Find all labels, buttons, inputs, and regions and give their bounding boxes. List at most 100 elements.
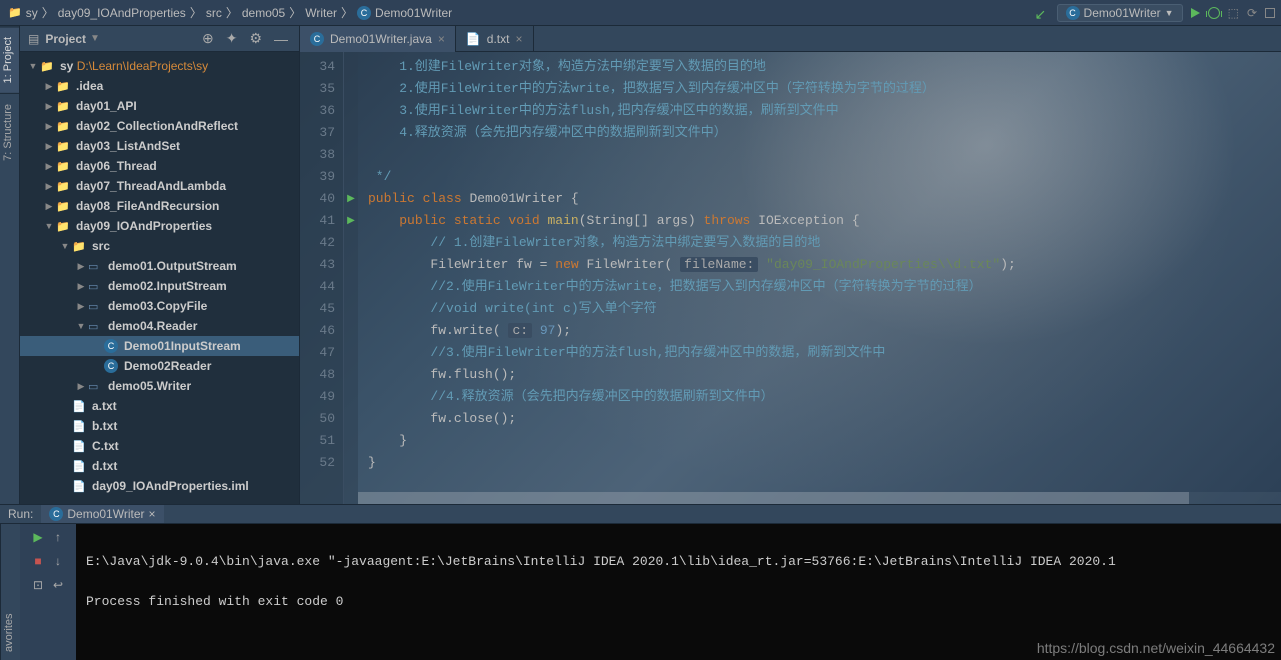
profile-button[interactable]: ⟳ [1247,6,1257,20]
chevron-right-icon: 〉 [289,4,301,21]
code-line[interactable]: //void write(int c)写入单个字符 [368,298,1281,320]
expand-icon[interactable]: ▶ [74,261,88,272]
down-icon[interactable]: ↓ [50,554,66,568]
code-line[interactable] [368,144,1281,166]
tree-item[interactable]: ▶📁day02_CollectionAndReflect [20,116,299,136]
close-icon[interactable]: × [438,32,445,46]
tree-item[interactable]: 📄a.txt [20,396,299,416]
run-config-selector[interactable]: C Demo01Writer ▼ [1057,4,1183,22]
tree-item[interactable]: 📄day09_IOAndProperties.iml [20,476,299,496]
tree-label: .idea [76,79,103,93]
wrap-icon[interactable]: ↩ [50,578,66,592]
expand-icon[interactable]: ▶ [42,141,56,152]
code-line[interactable]: public static void main(String[] args) t… [368,210,1281,232]
stop-icon[interactable]: ■ [30,554,46,568]
code-line[interactable]: //2.使用FileWriter中的方法write，把数据写入到内存缓冲区中（字… [368,276,1281,298]
close-icon[interactable]: × [515,32,522,46]
crumb[interactable]: CDemo01Writer [355,6,454,20]
select-opened-icon[interactable]: ⊕ [199,30,217,47]
tab-label: d.txt [487,32,510,46]
run-tab[interactable]: C Demo01Writer × [41,505,163,523]
expand-icon[interactable]: ▶ [42,181,56,192]
editor-tab[interactable]: CDemo01Writer.java× [300,26,456,52]
crumb[interactable]: 📁sy [6,6,40,20]
expand-all-icon[interactable]: ✦ [223,30,241,47]
tree-item[interactable]: ▶▭demo02.InputStream [20,276,299,296]
tree-label: day09_IOAndProperties [76,219,212,233]
tree-item[interactable]: ▶▭demo01.OutputStream [20,256,299,276]
tree-item[interactable]: ▼▭demo04.Reader [20,316,299,336]
coverage-button[interactable]: ⬚ [1228,6,1239,20]
editor-tabs: CDemo01Writer.java×📄d.txt× [300,26,1281,52]
close-icon[interactable]: × [149,507,156,521]
tree-item[interactable]: ▶📁day06_Thread [20,156,299,176]
tree-item[interactable]: 📄b.txt [20,416,299,436]
project-tool-tab[interactable]: 1: Project [0,26,19,93]
code-line[interactable]: public class Demo01Writer { [368,188,1281,210]
tree-item[interactable]: CDemo02Reader [20,356,299,376]
code-line[interactable]: 4.释放资源（会先把内存缓冲区中的数据刷新到文件中） [368,122,1281,144]
tree-item[interactable]: ▶📁day03_ListAndSet [20,136,299,156]
crumb[interactable]: Writer [303,6,339,20]
code-line[interactable]: //4.释放资源（会先把内存缓冲区中的数据刷新到文件中） [368,386,1281,408]
expand-icon[interactable]: ▼ [58,241,72,251]
stop-button[interactable] [1265,8,1275,18]
tree-item[interactable]: CDemo01InputStream [20,336,299,356]
horizontal-scrollbar[interactable] [358,492,1281,504]
code-line[interactable]: */ [368,166,1281,188]
code-editor[interactable]: 1.创建FileWriter对象，构造方法中绑定要写入数据的目的地 2.使用Fi… [358,52,1281,504]
code-line[interactable]: fw.write( c: 97); [368,320,1281,342]
expand-icon[interactable]: ▼ [42,221,56,231]
hide-icon[interactable]: — [271,31,291,47]
tree-label: a.txt [92,399,117,413]
layout-icon[interactable]: ⊡ [30,578,46,592]
crumb[interactable]: demo05 [240,6,287,20]
gear-icon[interactable]: ⚙ [246,30,265,47]
tree-item[interactable]: ▶▭demo03.CopyFile [20,296,299,316]
code-line[interactable]: 1.创建FileWriter对象，构造方法中绑定要写入数据的目的地 [368,56,1281,78]
project-panel-title[interactable]: Project ▼ [45,32,193,46]
crumb[interactable]: day09_IOAndProperties [56,6,188,20]
update-icon[interactable]: ↙ [1035,6,1049,20]
favorites-tool-tab[interactable]: avorites [0,524,20,660]
expand-icon[interactable]: ▶ [42,161,56,172]
tree-item[interactable]: ▼📁day09_IOAndProperties [20,216,299,236]
code-line[interactable]: fw.close(); [368,408,1281,430]
run-output[interactable]: E:\Java\jdk-9.0.4\bin\java.exe "-javaage… [76,524,1281,660]
tree-item[interactable]: ▼📁src [20,236,299,256]
expand-icon[interactable]: ▶ [74,381,88,392]
tree-item[interactable]: ▶📁.idea [20,76,299,96]
code-line[interactable]: fw.flush(); [368,364,1281,386]
tree-item[interactable]: ▶📁day07_ThreadAndLambda [20,176,299,196]
run-button[interactable] [1191,8,1200,18]
expand-icon[interactable]: ▶ [74,301,88,312]
debug-button[interactable] [1208,7,1220,19]
expand-icon[interactable]: ▶ [74,281,88,292]
code-line[interactable]: FileWriter fw = new FileWriter( fileName… [368,254,1281,276]
tree-item[interactable]: ▼📁sy D:\Learn\IdeaProjects\sy [20,56,299,76]
crumb[interactable]: src [204,6,224,20]
code-line[interactable]: 3.使用FileWriter中的方法flush,把内存缓冲区中的数据，刷新到文件… [368,100,1281,122]
expand-icon[interactable]: ▼ [74,321,88,331]
code-line[interactable]: } [368,452,1281,474]
tree-item[interactable]: ▶▭demo05.Writer [20,376,299,396]
tree-item[interactable]: 📄d.txt [20,456,299,476]
code-line[interactable]: } [368,430,1281,452]
rerun-icon[interactable]: ▶ [30,530,46,544]
code-line[interactable]: // 1.创建FileWriter对象，构造方法中绑定要写入数据的目的地 [368,232,1281,254]
tree-item[interactable]: 📄C.txt [20,436,299,456]
expand-icon[interactable]: ▶ [42,121,56,132]
expand-icon[interactable]: ▼ [26,61,40,71]
editor-tab[interactable]: 📄d.txt× [456,26,534,52]
up-icon[interactable]: ↑ [50,530,66,544]
expand-icon[interactable]: ▶ [42,81,56,92]
project-tree[interactable]: ▼📁sy D:\Learn\IdeaProjects\sy▶📁.idea▶📁da… [20,52,299,504]
expand-icon[interactable]: ▶ [42,101,56,112]
expand-icon[interactable]: ▶ [42,201,56,212]
tree-item[interactable]: ▶📁day08_FileAndRecursion [20,196,299,216]
code-line[interactable]: 2.使用FileWriter中的方法write，把数据写入到内存缓冲区中（字符转… [368,78,1281,100]
code-line[interactable]: //3.使用FileWriter中的方法flush,把内存缓冲区中的数据，刷新到… [368,342,1281,364]
structure-tool-tab[interactable]: 7: Structure [0,93,19,171]
tree-label: day06_Thread [76,159,157,173]
tree-item[interactable]: ▶📁day01_API [20,96,299,116]
